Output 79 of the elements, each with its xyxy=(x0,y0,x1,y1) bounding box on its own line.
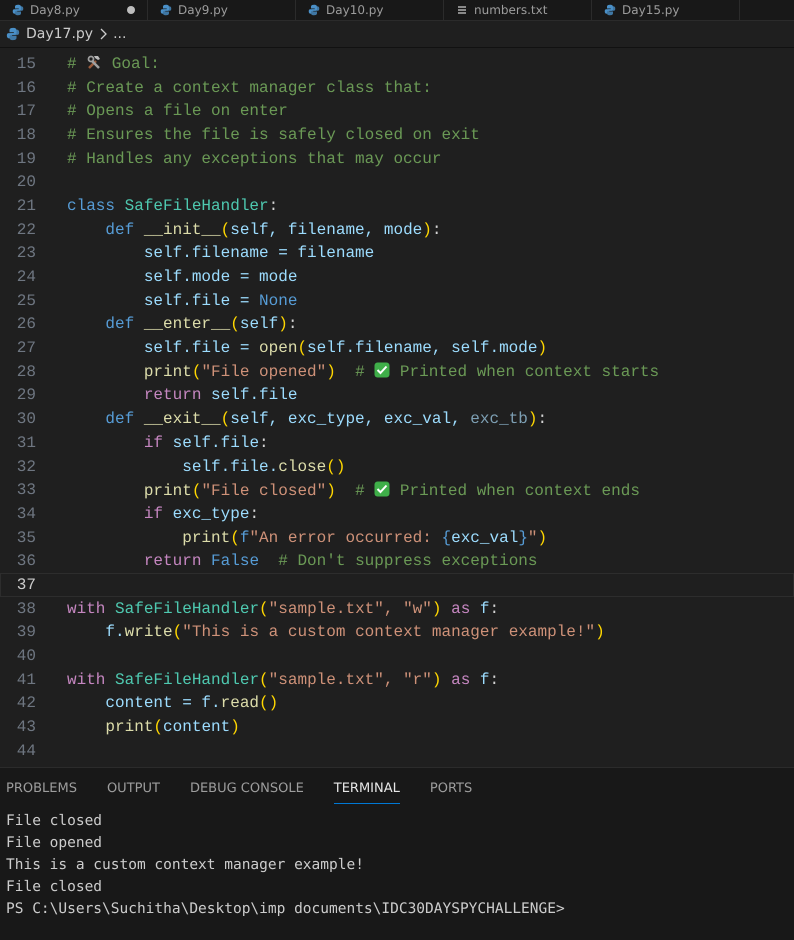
line-number: 37 xyxy=(16,576,36,594)
breadcrumb-more[interactable]: ... xyxy=(113,26,126,42)
terminal-line: PS C:\Users\Suchitha\Desktop\imp documents\IDC30DAYSPYCHALLENGE> xyxy=(6,900,566,919)
code-line: return self.file xyxy=(142,386,298,404)
code-line: # Goal: xyxy=(67,54,160,74)
code-line: # Handles any exceptions that may occur xyxy=(67,150,442,168)
line-number: 31 xyxy=(16,434,36,452)
code-line: if exc_type: xyxy=(142,504,260,523)
code-line: self.file.close() xyxy=(181,458,346,476)
code-line: return False # Don't suppress exceptions xyxy=(142,552,538,570)
line-number: 44 xyxy=(16,742,36,760)
code-line: print(content) xyxy=(104,718,240,736)
code-line: self.mode = mode xyxy=(142,268,298,286)
code-line: print("File closed") # Printed when context ends xyxy=(142,480,640,500)
code-line: self.file = None xyxy=(142,292,298,310)
line-number: 15 xyxy=(16,54,36,73)
panel-tab[interactable]: PROBLEMS xyxy=(6,774,77,804)
code-line: # Ensures the file is safely closed on exit xyxy=(67,126,480,144)
line-number: 32 xyxy=(16,458,36,476)
code-line: def __init__(self, filename, mode): xyxy=(104,220,442,239)
text-file-icon xyxy=(456,4,468,16)
line-number: 17 xyxy=(16,102,36,120)
line-number: 26 xyxy=(16,315,36,334)
line-number: 35 xyxy=(16,528,36,547)
terminal-line: File opened xyxy=(6,834,104,853)
code-line: with SafeFileHandler("sample.txt", "r") as f: xyxy=(67,670,500,689)
unsaved-dot-icon xyxy=(127,6,135,14)
line-number: 43 xyxy=(16,718,36,736)
panel-tab[interactable]: PORTS xyxy=(430,774,472,804)
line-number: 39 xyxy=(16,623,36,642)
panel-tab[interactable]: OUTPUT xyxy=(106,774,160,804)
breadcrumb-file[interactable]: Day17.py xyxy=(26,26,94,42)
hammer-wrench-icon xyxy=(86,54,102,70)
code-line: self.file = open(self.filename, self.mode) xyxy=(142,339,548,358)
line-number: 18 xyxy=(16,126,36,144)
check-mark-icon xyxy=(374,480,390,497)
panel-tab[interactable]: TERMINAL xyxy=(334,774,400,804)
line-number: 28 xyxy=(16,362,36,381)
terminal-line: File closed xyxy=(6,878,104,897)
line-number: 30 xyxy=(16,410,36,428)
line-number: 42 xyxy=(16,694,36,712)
panel-tab[interactable]: DEBUG CONSOLE xyxy=(190,774,304,804)
chevron-right-icon xyxy=(99,28,108,40)
python-file-icon xyxy=(604,4,616,16)
code-line: def __exit__(self, exc_type, exc_val, exc_tb): xyxy=(104,410,548,428)
line-number: 33 xyxy=(16,481,36,500)
code-line: # Create a context manager class that: xyxy=(67,78,432,97)
line-number: 36 xyxy=(16,552,36,570)
code-line: with SafeFileHandler("sample.txt", "w") as f: xyxy=(67,600,500,618)
line-number: 22 xyxy=(16,220,36,239)
code-line: if self.file: xyxy=(142,434,269,452)
python-file-icon xyxy=(12,4,24,16)
line-number: 19 xyxy=(16,150,36,168)
line-number: 29 xyxy=(16,386,36,404)
line-number: 41 xyxy=(16,670,36,689)
terminal-line: This is a custom context manager example! xyxy=(6,856,365,875)
code-line: f.write("This is a custom context manager example!") xyxy=(104,623,605,642)
line-number: 16 xyxy=(16,78,36,97)
line-number: 20 xyxy=(16,173,36,192)
line-number: 27 xyxy=(16,339,36,358)
terminal-line: File closed xyxy=(6,812,104,831)
line-number: 21 xyxy=(16,196,36,215)
line-number: 24 xyxy=(16,268,36,286)
line-number: 23 xyxy=(16,244,36,262)
python-file-icon xyxy=(160,4,172,16)
code-line: print(f"An error occurred: {exc_val}") xyxy=(181,528,548,547)
code-line: self.filename = filename xyxy=(142,244,374,262)
code-line: class SafeFileHandler: xyxy=(67,196,278,215)
python-file-icon xyxy=(308,4,320,16)
code-line: content = f.read() xyxy=(104,694,278,712)
python-file-icon xyxy=(6,27,20,41)
line-number: 25 xyxy=(16,292,36,310)
line-number: 40 xyxy=(16,647,36,666)
line-number: 34 xyxy=(16,504,36,523)
code-line: # Opens a file on enter xyxy=(67,102,288,120)
code-line: print("File opened") # Printed when context starts xyxy=(142,362,660,382)
line-number: 38 xyxy=(16,600,36,618)
code-line: def __enter__(self): xyxy=(104,315,298,334)
check-mark-icon xyxy=(374,362,390,378)
